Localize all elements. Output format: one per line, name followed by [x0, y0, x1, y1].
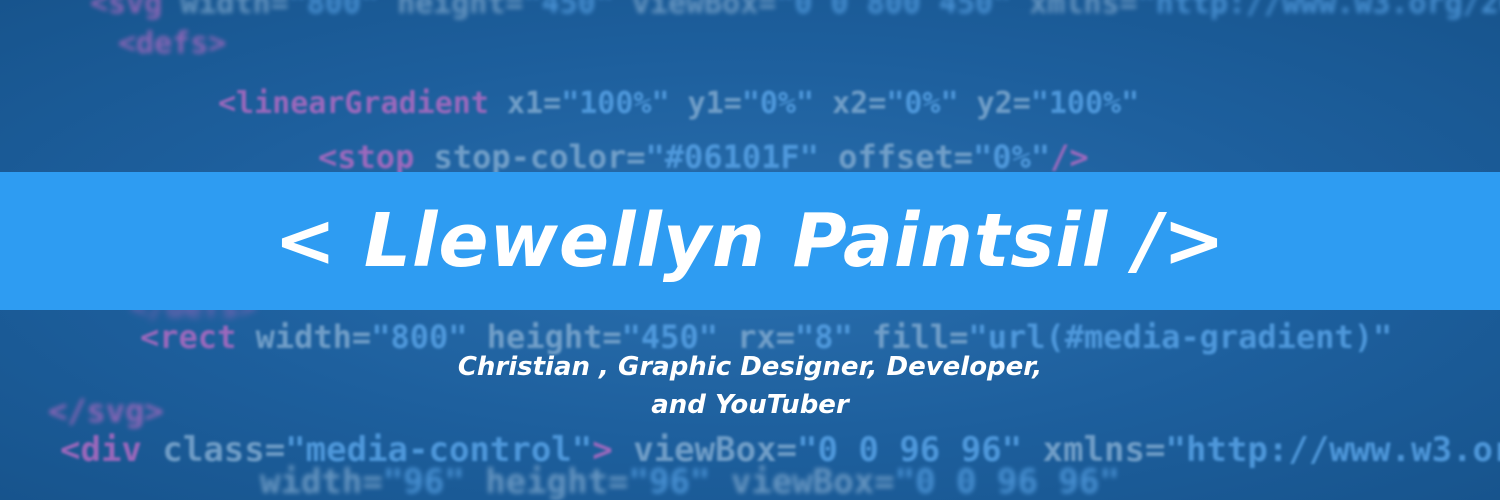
- banner-tagline: Christian , Graphic Designer, Developer,…: [0, 348, 1500, 424]
- banner-title: < Llewellyn Paintsil />: [274, 198, 1226, 284]
- header-banner: <svg width="800" height="450" viewBox="0…: [0, 0, 1500, 500]
- tagline-line-1: Christian , Graphic Designer, Developer,: [457, 352, 1043, 382]
- code-line: <svg width="800" height="450" viewBox="0…: [90, 0, 1500, 21]
- code-line: width="96" height="96" viewBox="0 0 96 9…: [260, 462, 1120, 500]
- tagline-line-2: and YouTuber: [651, 390, 849, 420]
- code-line: <linearGradient x1="100%" y1="0%" x2="0%…: [218, 86, 1140, 121]
- code-line: <defs>: [118, 26, 227, 61]
- code-line: <stop stop-color="#06101F" offset="0%"/>: [318, 138, 1089, 176]
- title-stripe: < Llewellyn Paintsil />: [0, 172, 1500, 310]
